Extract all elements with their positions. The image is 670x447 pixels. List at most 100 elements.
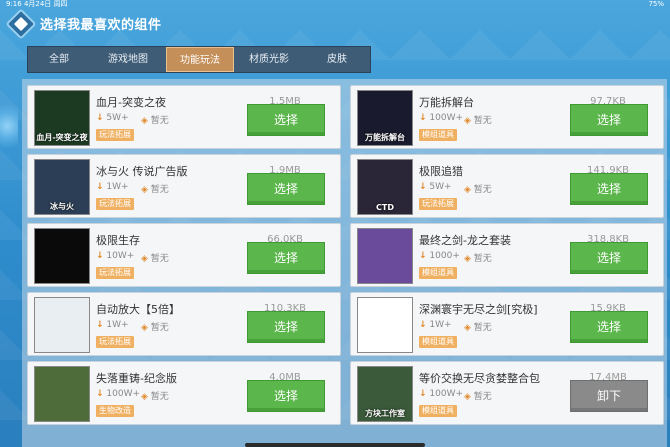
status-time: 9:16 4月24日 周四 [6,0,68,8]
price-value: 暂无 [473,254,492,264]
select-button[interactable]: 选择 [247,173,325,205]
component-thumbnail [34,366,90,422]
price-info: ◈ 暂无 [464,251,492,264]
select-button[interactable]: 选择 [247,311,325,343]
download-count: ↓ 1W+ [96,320,129,330]
price-value: 暂无 [473,116,492,126]
download-count: ↓ 100W+ [419,389,463,399]
component-card[interactable]: 深渊寰宇无尽之剑[究极] 15.9KB ↓ 1W+ ◈ 暂无 模组道具 选择 [350,292,664,356]
thumbnail-caption: CTD [376,203,394,212]
component-card[interactable]: CTD 极限追猎 141.9KB ↓ 5W+ ◈ 暂无 玩法拓展 选择 [350,154,664,218]
price-info: ◈ 暂无 [464,320,492,333]
thumbnail-caption: 血月-突变之夜 [36,133,88,142]
download-count: ↓ 100W+ [419,113,463,123]
download-arrow-icon: ↓ [96,182,104,192]
thumbnail-caption: 万能拆解台 [365,133,405,142]
download-arrow-icon: ↓ [419,182,427,192]
download-arrow-icon: ↓ [419,389,427,399]
tab-game-maps[interactable]: 游戏地图 [90,47,166,72]
category-badge: 模组道具 [419,129,457,141]
price-tag-icon: ◈ [141,185,148,195]
download-count-value: 5W+ [429,182,452,192]
download-count-value: 10W+ [106,251,135,261]
download-count: ↓ 1000+ [419,251,460,261]
component-name: 深渊寰宇无尽之剑[究极] [419,303,538,316]
download-count-value: 100W+ [429,113,464,123]
component-card[interactable]: 血月-突变之夜 血月-突变之夜 1.5MB ↓ 5W+ ◈ 暂无 玩法拓展 选择 [27,85,341,149]
price-info: ◈ 暂无 [141,113,169,126]
component-thumbnail [34,228,90,284]
download-arrow-icon: ↓ [419,113,427,123]
category-tabs: 全部 游戏地图 功能玩法 材质光影 皮肤 [27,46,371,73]
price-tag-icon: ◈ [464,254,471,264]
back-button[interactable] [5,8,37,40]
component-card[interactable]: 万能拆解台 万能拆解台 97.7KB ↓ 100W+ ◈ 暂无 模组道具 选择 [350,85,664,149]
component-card[interactable]: 方块工作室 等价交换无尽贪婪整合包 17.4MB ↓ 100W+ ◈ 暂无 模组道具 卸下 [350,361,664,425]
component-name: 冰与火 传说广告版 [96,165,188,178]
component-name: 万能拆解台 [419,96,474,109]
home-indicator[interactable] [245,443,425,447]
category-badge: 玩法拓展 [96,267,134,279]
price-tag-icon: ◈ [464,392,471,402]
download-count-value: 100W+ [429,389,464,399]
tab-gameplay[interactable]: 功能玩法 [166,47,234,72]
tab-all[interactable]: 全部 [28,47,90,72]
price-value: 暂无 [473,185,492,195]
price-tag-icon: ◈ [141,116,148,126]
tab-skins[interactable]: 皮肤 [304,47,370,72]
component-name: 失落重铸-纪念版 [96,372,177,385]
category-badge: 玩法拓展 [96,129,134,141]
download-arrow-icon: ↓ [96,113,104,123]
tab-textures[interactable]: 材质光影 [234,47,304,72]
component-thumbnail [357,297,413,353]
download-count-value: 1W+ [106,320,129,330]
select-button[interactable]: 选择 [247,380,325,412]
price-info: ◈ 暂无 [141,320,169,333]
component-thumbnail [34,297,90,353]
component-name: 最终之剑-龙之套装 [419,234,511,247]
download-count: ↓ 5W+ [96,113,129,123]
download-count-value: 1W+ [106,182,129,192]
component-thumbnail: 万能拆解台 [357,90,413,146]
download-count: ↓ 100W+ [96,389,140,399]
left-decoration [0,96,18,156]
component-card[interactable]: 极限生存 66.0KB ↓ 10W+ ◈ 暂无 玩法拓展 选择 [27,223,341,287]
select-button[interactable]: 选择 [570,173,648,205]
category-badge: 玩法拓展 [419,198,457,210]
component-thumbnail: 方块工作室 [357,366,413,422]
price-value: 暂无 [150,323,169,333]
price-value: 暂无 [150,392,169,402]
download-arrow-icon: ↓ [96,251,104,261]
price-value: 暂无 [473,323,492,333]
component-card[interactable]: 冰与火 冰与火 传说广告版 1.9MB ↓ 1W+ ◈ 暂无 玩法拓展 选择 [27,154,341,218]
download-arrow-icon: ↓ [419,251,427,261]
price-value: 暂无 [150,185,169,195]
uninstall-button[interactable]: 卸下 [570,380,648,412]
select-button[interactable]: 选择 [247,242,325,274]
price-tag-icon: ◈ [141,392,148,402]
download-arrow-icon: ↓ [96,320,104,330]
price-info: ◈ 暂无 [464,182,492,195]
page-title: 选择我最喜欢的组件 [40,18,162,33]
select-button[interactable]: 选择 [247,104,325,136]
price-info: ◈ 暂无 [464,389,492,402]
price-value: 暂无 [150,254,169,264]
component-thumbnail: 血月-突变之夜 [34,90,90,146]
download-count: ↓ 10W+ [96,251,134,261]
download-count: ↓ 5W+ [419,182,452,192]
component-card[interactable]: 自动放大【5倍】 110.3KB ↓ 1W+ ◈ 暂无 玩法拓展 选择 [27,292,341,356]
price-tag-icon: ◈ [464,323,471,333]
select-button[interactable]: 选择 [570,311,648,343]
price-tag-icon: ◈ [141,254,148,264]
download-count-value: 5W+ [106,113,129,123]
select-button[interactable]: 选择 [570,104,648,136]
category-badge: 模组道具 [419,267,457,279]
component-name: 极限追猎 [419,165,463,178]
component-card[interactable]: 最终之剑-龙之套装 318.8KB ↓ 1000+ ◈ 暂无 模组道具 选择 [350,223,664,287]
select-button[interactable]: 选择 [570,242,648,274]
component-thumbnail [357,228,413,284]
back-icon [13,16,29,32]
component-card[interactable]: 失落重铸-纪念版 4.0MB ↓ 100W+ ◈ 暂无 生物改造 选择 [27,361,341,425]
price-tag-icon: ◈ [464,185,471,195]
download-count: ↓ 1W+ [96,182,129,192]
